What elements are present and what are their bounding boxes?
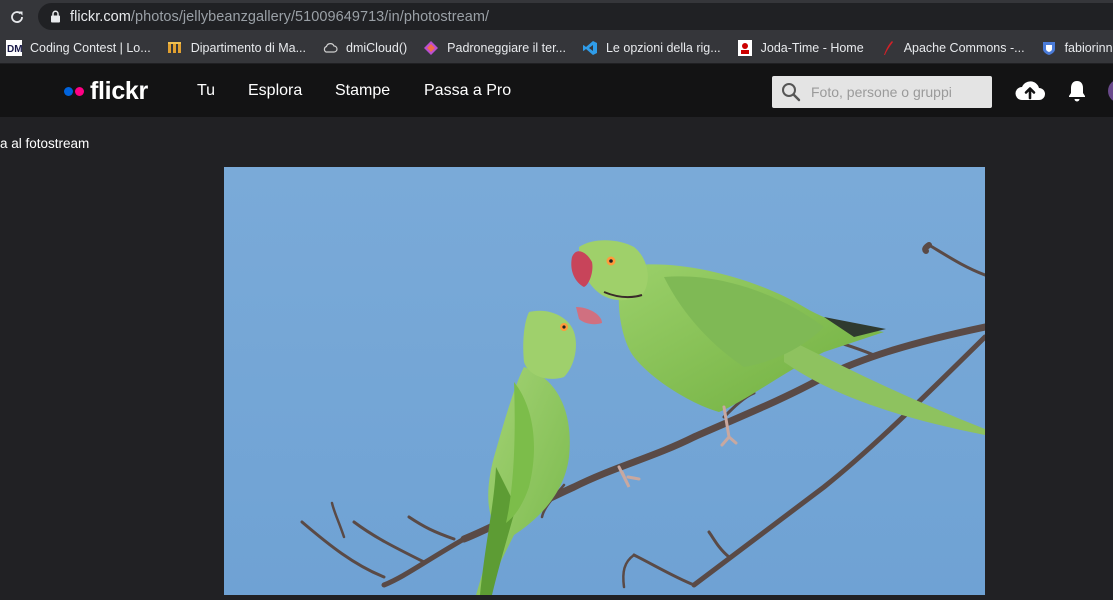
upload-cloud-icon[interactable] (1014, 78, 1046, 109)
bookmark-label: Coding Contest | Lo... (30, 41, 151, 55)
main-photo[interactable] (224, 167, 989, 595)
bookmark-opzioni[interactable]: Le opzioni della rig... (582, 40, 721, 56)
back-to-photostream-link[interactable]: a al fotostream (0, 136, 89, 151)
search-icon (781, 82, 801, 102)
parrots-photo (224, 167, 989, 595)
joda-icon (737, 40, 753, 56)
nav-passa-a-pro[interactable]: Passa a Pro (424, 82, 511, 100)
bookmark-label: Joda-Time - Home (760, 41, 864, 55)
dmi-icon: DM (6, 40, 22, 56)
bookmark-fabiorinnone[interactable]: fabiorinnone / (1041, 40, 1113, 56)
logo-blue-dot (64, 87, 73, 96)
url-text: flickr.com/photos/jellybeanzgallery/5100… (70, 9, 489, 25)
nav-tu[interactable]: Tu (197, 82, 215, 100)
bookmark-label: Dipartimento di Ma... (190, 41, 307, 55)
bookmark-joda[interactable]: Joda-Time - Home (737, 40, 864, 56)
diamond-icon (423, 40, 439, 56)
bookmark-label: Padroneggiare il ter... (447, 41, 566, 55)
bookmark-label: Apache Commons -... (903, 41, 1025, 55)
svg-text:DM: DM (7, 44, 22, 55)
browser-toolbar: flickr.com/photos/jellybeanzgallery/5100… (0, 0, 1113, 33)
notifications-bell-icon[interactable] (1066, 79, 1088, 108)
bookmark-dmicloud[interactable]: dmiCloud() (322, 40, 407, 56)
nav-stampe[interactable]: Stampe (335, 82, 390, 100)
search-box[interactable] (772, 76, 992, 108)
vscode-icon (582, 40, 598, 56)
bookmark-dipartimento[interactable]: Dipartimento di Ma... (167, 40, 306, 56)
logo-pink-dot (75, 87, 84, 96)
bookmark-coding-contest[interactable]: DM Coding Contest | Lo... (6, 40, 151, 56)
shield-icon (1041, 40, 1057, 56)
reload-icon[interactable] (6, 6, 28, 28)
bookmark-apache[interactable]: Apache Commons -... (880, 40, 1025, 56)
bookmarks-bar: DM Coding Contest | Lo... Dipartimento d… (0, 33, 1113, 64)
url-path: /photos/jellybeanzgallery/51009649713/in… (130, 8, 490, 25)
logo-text: flickr (90, 77, 148, 105)
flickr-logo[interactable]: flickr (64, 79, 148, 104)
unipg-icon (167, 40, 183, 56)
bookmark-label: Le opzioni della rig... (605, 41, 721, 55)
feather-icon (880, 40, 896, 56)
bookmark-label: fabiorinnone / (1064, 41, 1113, 55)
bookmark-padroneggiare[interactable]: Padroneggiare il ter... (423, 40, 566, 56)
url-host: flickr.com (70, 8, 131, 25)
nav-esplora[interactable]: Esplora (248, 82, 302, 100)
cloud-icon (322, 40, 338, 56)
lock-icon (50, 10, 61, 23)
address-bar[interactable]: flickr.com/photos/jellybeanzgallery/5100… (38, 3, 1113, 30)
bookmark-label: dmiCloud() (346, 41, 408, 55)
search-input[interactable] (809, 83, 983, 101)
